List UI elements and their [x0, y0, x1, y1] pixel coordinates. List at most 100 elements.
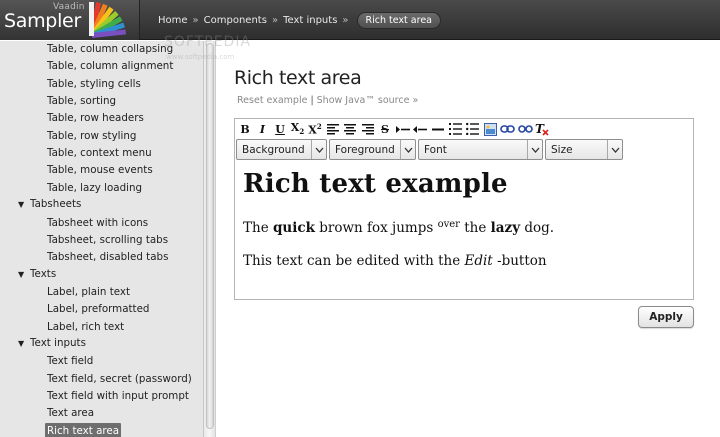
sidebar-item-label: Text field with input prompt	[47, 390, 189, 402]
outdent-icon[interactable]	[412, 121, 428, 137]
sidebar-item[interactable]: Text area	[0, 405, 203, 422]
align-center-icon[interactable]	[342, 121, 358, 137]
sidebar-item[interactable]: Tabsheet, disabled tabs	[0, 249, 203, 266]
remove-format-icon[interactable]: T	[535, 121, 551, 137]
sidebar-nav: Table, column collapsing Table, column al…	[0, 41, 204, 437]
sidebar-item-label: Table, column alignment	[47, 60, 174, 73]
watermark-url: www.softpedia.com	[166, 53, 235, 61]
sidebar-item-label: Table, styling cells	[47, 77, 141, 90]
expand-triangle-icon[interactable]: ▼	[18, 339, 30, 348]
unlink-icon[interactable]	[517, 121, 533, 137]
link-icon[interactable]	[500, 121, 516, 137]
sidebar-item-label: Label, plain text	[47, 285, 131, 298]
rich-text-area[interactable]: B I U X2 X2 S T Background Foreground Fo…	[234, 118, 694, 300]
sidebar-item-selected[interactable]: Rich text area	[0, 422, 203, 437]
ordered-list-icon[interactable]	[447, 121, 463, 137]
sidebar-item-label: Table, context menu	[47, 147, 152, 160]
font-select[interactable]: Font	[418, 139, 543, 160]
breadcrumb: Home » Components » Text inputs » Rich t…	[158, 11, 441, 29]
chevron-down-icon	[400, 140, 415, 159]
sidebar-item[interactable]: Table, styling cells	[0, 76, 203, 93]
content-paragraph-2: This text can be edited with the Edit -b…	[243, 253, 547, 269]
underline-icon[interactable]: U	[272, 121, 288, 137]
indent-icon[interactable]	[395, 121, 411, 137]
sidebar-item[interactable]: Label, preformatted	[0, 301, 203, 318]
sidebar-category-label: Text inputs	[30, 336, 86, 349]
sidebar-item-label: Table, row headers	[47, 112, 144, 125]
sidebar-item-label: Text field, secret (password)	[47, 372, 192, 385]
breadcrumb-current: Rich text area	[356, 11, 441, 29]
sidebar-item-label: Label, rich text	[47, 320, 125, 333]
subscript-icon[interactable]: X2	[290, 121, 306, 137]
editor-content[interactable]: Rich text example The quick brown fox ju…	[243, 167, 683, 270]
sidebar-item[interactable]: Table, row headers	[0, 110, 203, 127]
sidebar-item-label: Table, mouse events	[47, 164, 153, 177]
sidebar-category[interactable]: ▼ Texts	[0, 267, 203, 284]
background-select[interactable]: Background	[236, 139, 327, 160]
style-selects-toolbar: Background Foreground Font Size	[236, 139, 625, 160]
sidebar-item-label: Label, preformatted	[47, 303, 150, 316]
background-select-label: Background	[242, 143, 305, 156]
breadcrumb-home[interactable]: Home	[158, 15, 188, 26]
sidebar-item[interactable]: Text field, secret (password)	[0, 371, 203, 388]
apply-button[interactable]: Apply	[638, 306, 694, 328]
sidebar-item-label: Table, lazy loading	[47, 181, 143, 194]
formatting-toolbar: B I U X2 X2 S T	[237, 120, 552, 138]
strikethrough-icon[interactable]: S	[377, 121, 393, 137]
sidebar-item[interactable]: Table, lazy loading	[0, 180, 203, 197]
sidebar-item-label: Table, row styling	[47, 129, 137, 142]
sidebar-item[interactable]: Label, rich text	[0, 319, 203, 336]
page-title: Rich text area	[234, 67, 362, 89]
sidebar-item[interactable]: Table, row styling	[0, 128, 203, 145]
content-paragraph-1: The quick brown fox jumps over the lazy …	[243, 219, 555, 236]
show-java-source-link[interactable]: Show Java™ source »	[317, 95, 419, 106]
sidebar-item-label: Table, column collapsing	[47, 43, 174, 55]
size-select-label: Size	[551, 143, 573, 156]
bold-icon[interactable]: B	[237, 121, 253, 137]
breadcrumb-text-inputs[interactable]: Text inputs	[283, 15, 337, 26]
content-heading: Rich text example	[243, 169, 508, 199]
expand-triangle-icon[interactable]: ▼	[18, 270, 30, 279]
sidebar-item-label: Tabsheet, disabled tabs	[47, 251, 169, 264]
breadcrumb-separator: »	[192, 14, 199, 26]
align-right-icon[interactable]	[360, 121, 376, 137]
foreground-select-label: Foreground	[335, 143, 395, 156]
color-fan-icon	[89, 2, 127, 38]
top-bar: Vaadin Sampler Home » Components » Text …	[0, 0, 720, 40]
breadcrumb-separator: »	[271, 14, 279, 26]
logo-sampler-text: Sampler	[4, 10, 81, 32]
example-links: Reset example | Show Java™ source »	[237, 95, 418, 106]
size-select[interactable]: Size	[545, 139, 623, 160]
expand-triangle-icon[interactable]: ▼	[18, 200, 30, 209]
scrollbar-thumb[interactable]	[206, 43, 214, 429]
align-left-icon[interactable]	[325, 121, 341, 137]
chevron-down-icon	[527, 140, 542, 159]
sidebar-category-label: Texts	[30, 267, 57, 280]
sidebar-scrollbar[interactable]	[204, 41, 216, 437]
unordered-list-icon[interactable]	[465, 121, 481, 137]
app-logo[interactable]: Vaadin Sampler	[0, 0, 140, 40]
superscript-icon[interactable]: X2	[307, 121, 323, 137]
sidebar-item[interactable]: Tabsheet, scrolling tabs	[0, 232, 203, 249]
breadcrumb-separator: »	[342, 14, 349, 26]
sidebar-item[interactable]: Text field	[0, 353, 203, 370]
sidebar-category[interactable]: ▼ Text inputs	[0, 336, 203, 353]
sidebar-item[interactable]: Text field with input prompt	[0, 388, 203, 405]
breadcrumb-components[interactable]: Components	[204, 15, 267, 26]
sidebar-item[interactable]: Tabsheet with icons	[0, 215, 203, 232]
font-select-label: Font	[424, 143, 447, 156]
chevron-down-icon	[607, 140, 622, 159]
italic-icon[interactable]: I	[255, 121, 271, 137]
sidebar-item[interactable]: Label, plain text	[0, 284, 203, 301]
sidebar-item-label: Tabsheet, scrolling tabs	[47, 233, 169, 246]
sidebar-category[interactable]: ▼ Tabsheets	[0, 197, 203, 214]
horizontal-rule-icon[interactable]	[430, 121, 446, 137]
sidebar-item[interactable]: Table, sorting	[0, 93, 203, 110]
watermark: SOFTPEDIA	[164, 34, 252, 50]
image-icon[interactable]	[482, 121, 498, 137]
sidebar-item[interactable]: Table, mouse events	[0, 162, 203, 179]
reset-example-link[interactable]: Reset example	[237, 95, 307, 106]
foreground-select[interactable]: Foreground	[329, 139, 416, 160]
chevron-down-icon	[311, 140, 326, 159]
sidebar-item[interactable]: Table, context menu	[0, 145, 203, 162]
